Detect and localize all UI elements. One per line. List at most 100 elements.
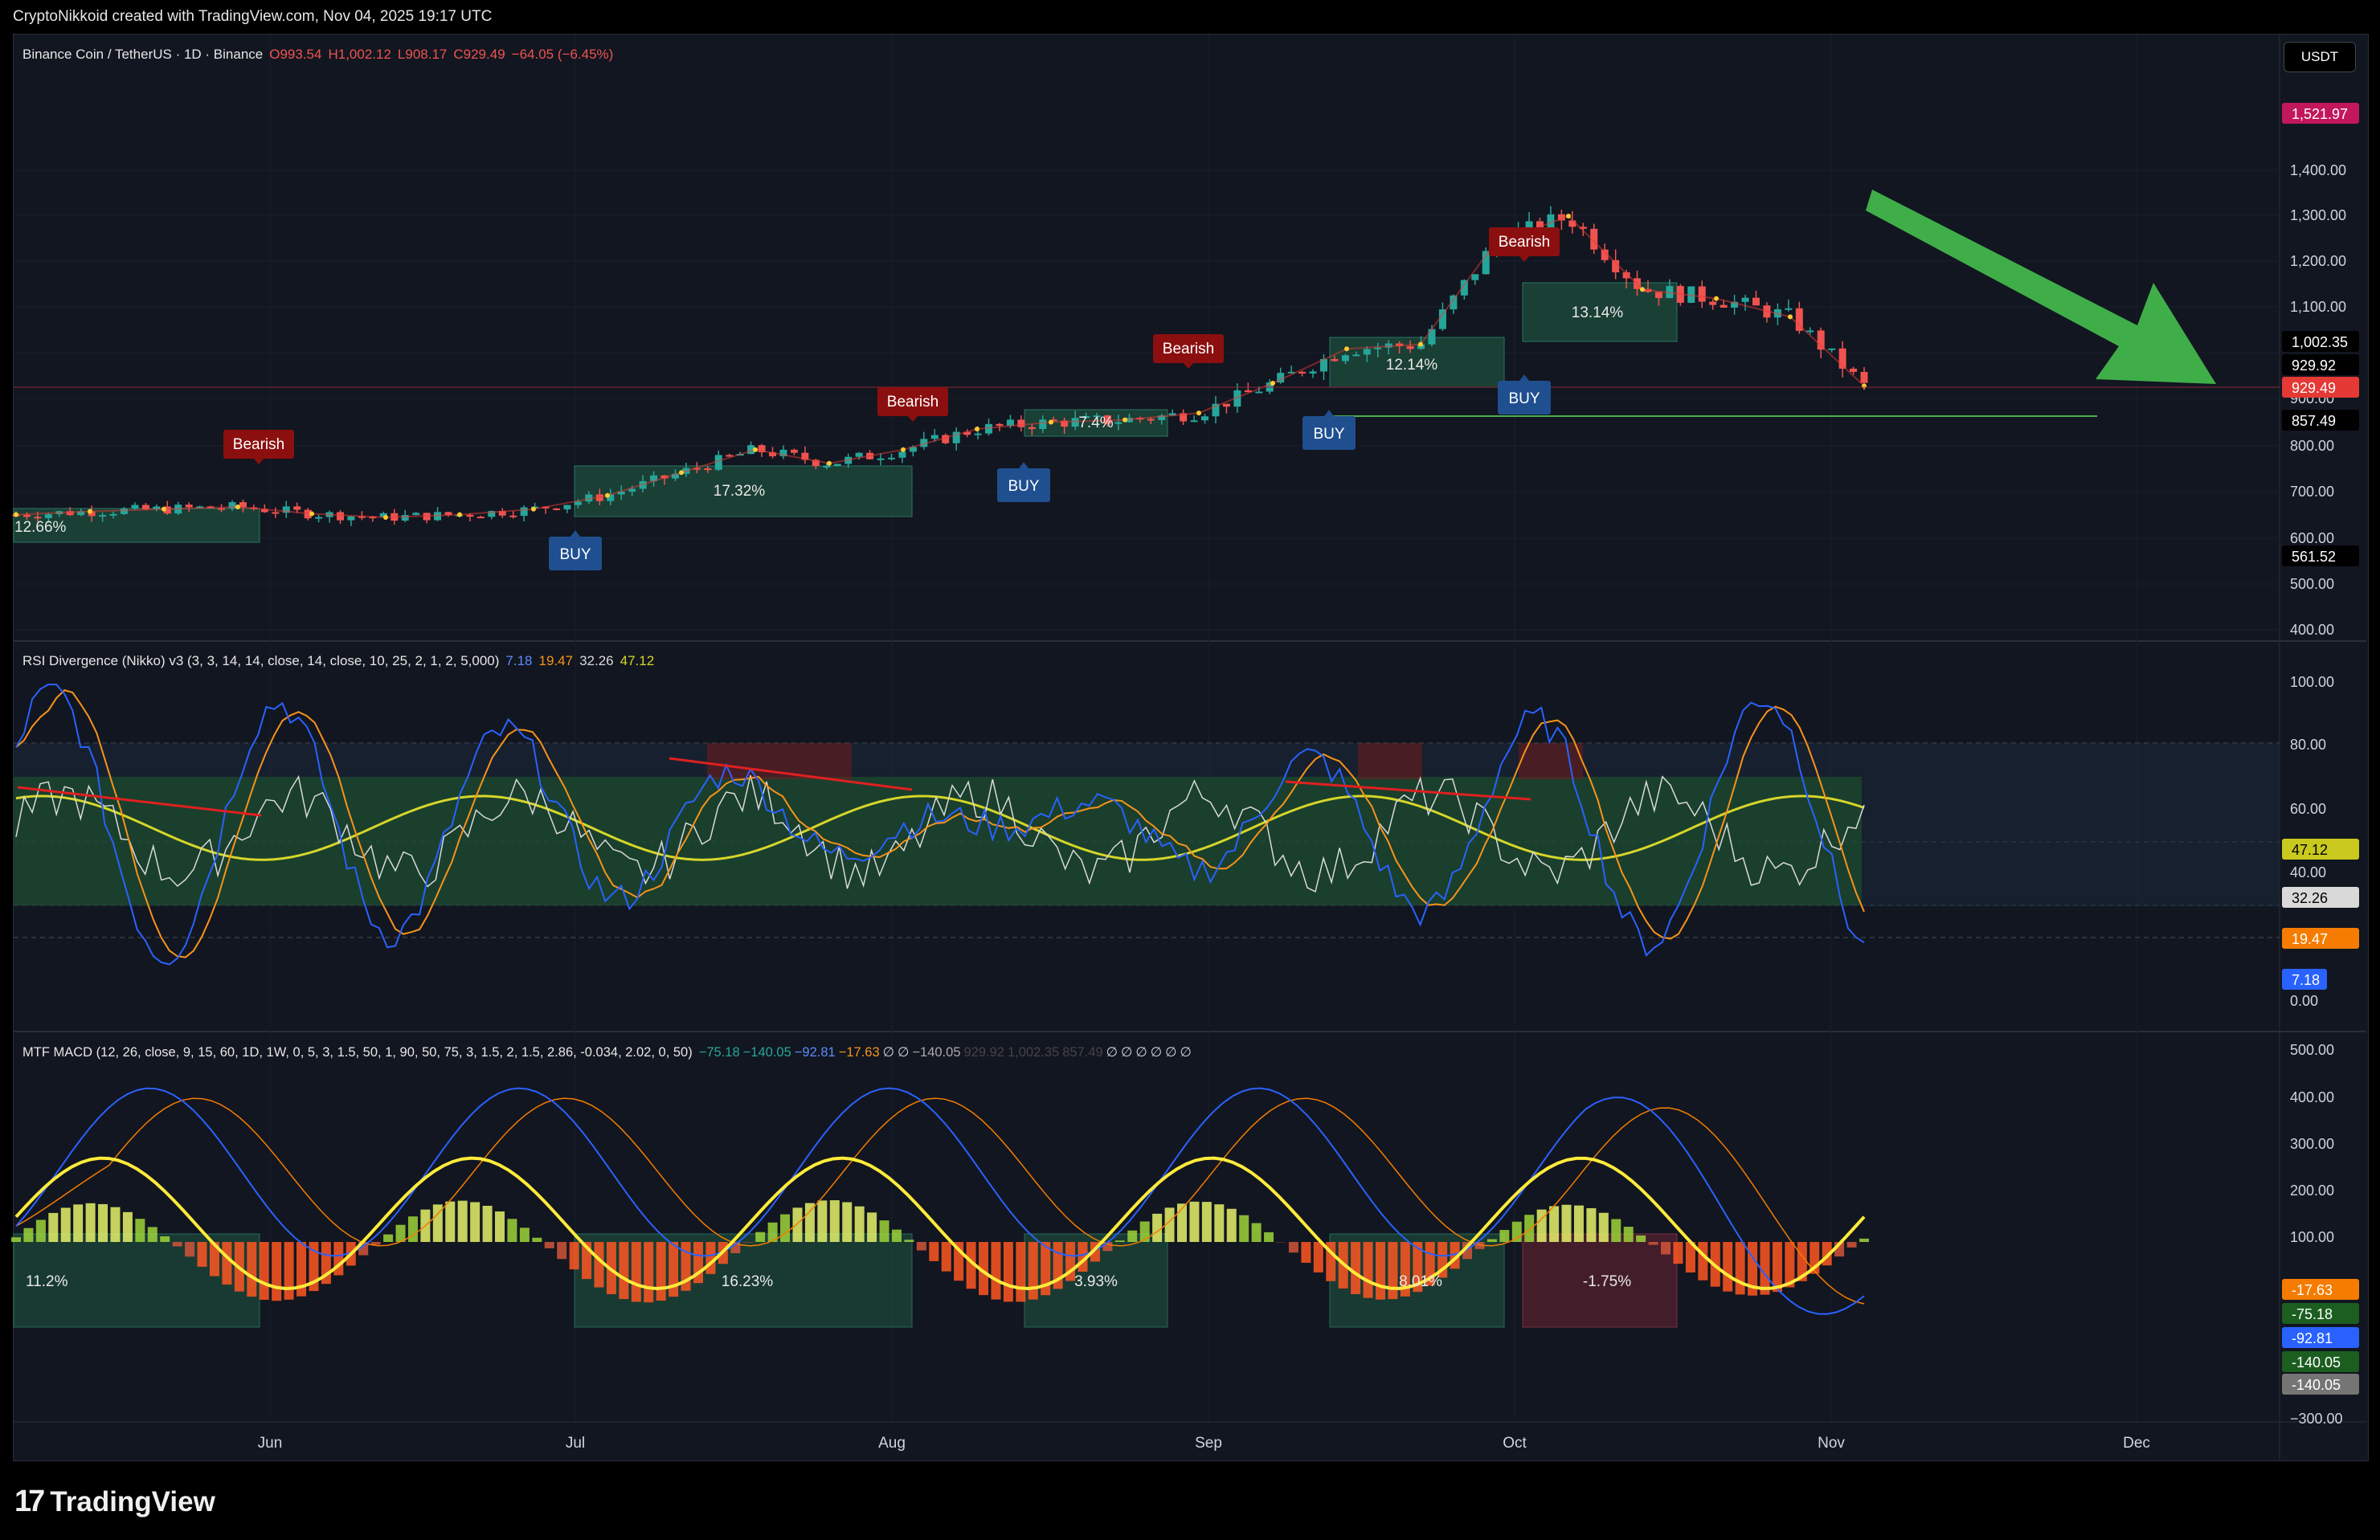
price-tick: 700.00	[2290, 484, 2334, 500]
macd-value: −140.05	[742, 1045, 791, 1060]
macd-bar	[272, 1242, 282, 1301]
macd-label: -75.18	[2292, 1306, 2333, 1322]
macd-bar	[742, 1242, 753, 1243]
candle-body	[218, 508, 226, 510]
macd-bar	[1003, 1242, 1013, 1302]
rsi-label: 19.47	[2292, 931, 2328, 947]
time-axis[interactable]: Jun Jul Aug Sep Oct Nov Dec	[258, 1435, 2150, 1452]
macd-value: ∅	[882, 1045, 895, 1060]
candle-body	[1817, 330, 1825, 350]
rsi-tick: 100.00	[2290, 674, 2334, 690]
close-point	[162, 506, 166, 512]
macd-value: 1,002.35	[1007, 1045, 1060, 1060]
candle-body	[412, 513, 420, 516]
macd-bar	[383, 1234, 394, 1242]
candle-body	[1850, 368, 1858, 372]
candle-body	[790, 449, 798, 453]
macd-bar	[259, 1242, 269, 1301]
macd-bar	[519, 1228, 530, 1242]
rsi-label: 7.18	[2292, 972, 2320, 988]
candle-body	[1341, 355, 1349, 362]
close-point	[605, 492, 610, 498]
chart-canvas[interactable]: Bearish Bearish Bearish Bearish BUY BUY …	[0, 0, 2380, 1540]
candle-body	[1255, 391, 1263, 394]
macd-bar	[631, 1242, 641, 1302]
candle-body	[509, 515, 517, 517]
price-tick: 1,100.00	[2290, 299, 2346, 315]
price-axis[interactable]: 1,400.00 1,300.00 1,200.00 1,100.00 900.…	[2290, 162, 2346, 638]
candle-body	[1028, 427, 1036, 430]
candle-body	[887, 457, 895, 460]
macd-bar	[60, 1207, 71, 1242]
macd-bar	[1859, 1238, 1869, 1242]
price-legend[interactable]: Binance Coin / TetherUS · 1D · Binance O9…	[22, 47, 620, 63]
macd-bar	[1288, 1242, 1298, 1253]
macd-bar	[929, 1242, 939, 1261]
macd-value: −75.18	[698, 1045, 740, 1060]
buy-label: BUY	[1008, 478, 1039, 495]
rsi-value-white: 32.26	[579, 653, 614, 668]
tradingview-logo[interactable]: 17 TradingView	[14, 1485, 215, 1519]
macd-bar	[1573, 1205, 1584, 1242]
candle-body	[1860, 371, 1868, 383]
candle-body	[1201, 416, 1209, 421]
candle-body	[131, 504, 139, 509]
close-point	[1270, 381, 1275, 386]
candle-body	[1720, 304, 1728, 308]
macd-labels: -17.63 -75.18 -92.81 -140.05 -140.05	[2282, 1279, 2359, 1395]
candle-body	[44, 514, 52, 518]
macd-legend[interactable]: MTF MACD (12, 26, close, 9, 15, 60, 1D, …	[22, 1044, 1195, 1060]
price-label: 857.49	[2292, 413, 2336, 429]
close-point	[1788, 314, 1793, 320]
macd-bar	[1239, 1215, 1249, 1242]
ohlc-high: H1,002.12	[328, 47, 391, 62]
macd-bar	[48, 1212, 59, 1242]
macd-bar	[85, 1203, 96, 1242]
close-point	[753, 447, 758, 452]
close-point	[457, 512, 462, 517]
macd-bar	[11, 1237, 21, 1242]
price-pane-bg	[14, 35, 2280, 640]
candle-body	[974, 433, 982, 435]
candle-body	[877, 458, 885, 460]
macd-bar	[544, 1242, 554, 1248]
macd-bar	[23, 1228, 34, 1242]
box-label: 12.14%	[1386, 357, 1438, 374]
macd-bar	[1598, 1212, 1609, 1242]
close-point	[1123, 417, 1127, 423]
close-point	[975, 427, 979, 432]
macd-bar	[879, 1220, 889, 1242]
macd-bar	[1189, 1201, 1200, 1242]
candle-body	[1114, 422, 1123, 424]
macd-tick: 500.00	[2290, 1042, 2334, 1058]
macd-bar	[1499, 1230, 1510, 1242]
ohlc-open: O993.54	[269, 47, 322, 62]
currency-button[interactable]: USDT	[2284, 42, 2356, 72]
macd-bar	[1363, 1242, 1373, 1298]
macd-bar	[1561, 1204, 1572, 1242]
bearish-label: Bearish	[887, 394, 939, 411]
candle-body	[109, 513, 117, 516]
macd-value: ∅	[898, 1045, 910, 1060]
candle-body	[823, 465, 831, 468]
macd-value: 929.92	[963, 1045, 1004, 1060]
rsi-legend[interactable]: RSI Divergence (Nikko) v3 (3, 3, 14, 14,…	[22, 653, 660, 669]
rsi-value-yellow: 47.12	[620, 653, 655, 668]
close-point	[531, 506, 536, 512]
rsi-value-orange: 19.47	[538, 653, 574, 668]
macd-bar	[1698, 1242, 1708, 1281]
macd-box-label: -1.75%	[1583, 1273, 1631, 1290]
macd-value: ∅	[1135, 1045, 1147, 1060]
macd-value: 857.49	[1062, 1045, 1103, 1060]
close-point	[383, 515, 388, 521]
candle-body	[1309, 371, 1317, 374]
close-point	[1049, 419, 1053, 425]
rsi-label: 32.26	[2292, 890, 2328, 906]
macd-title: MTF MACD (12, 26, close, 9, 15, 60, 1D, …	[22, 1045, 693, 1060]
macd-bar	[172, 1242, 182, 1247]
macd-tick: −300.00	[2290, 1411, 2343, 1427]
ohlc-low: L908.17	[397, 47, 448, 62]
macd-bar	[284, 1242, 294, 1300]
candle-body	[1471, 274, 1479, 280]
macd-bar	[1648, 1242, 1658, 1245]
